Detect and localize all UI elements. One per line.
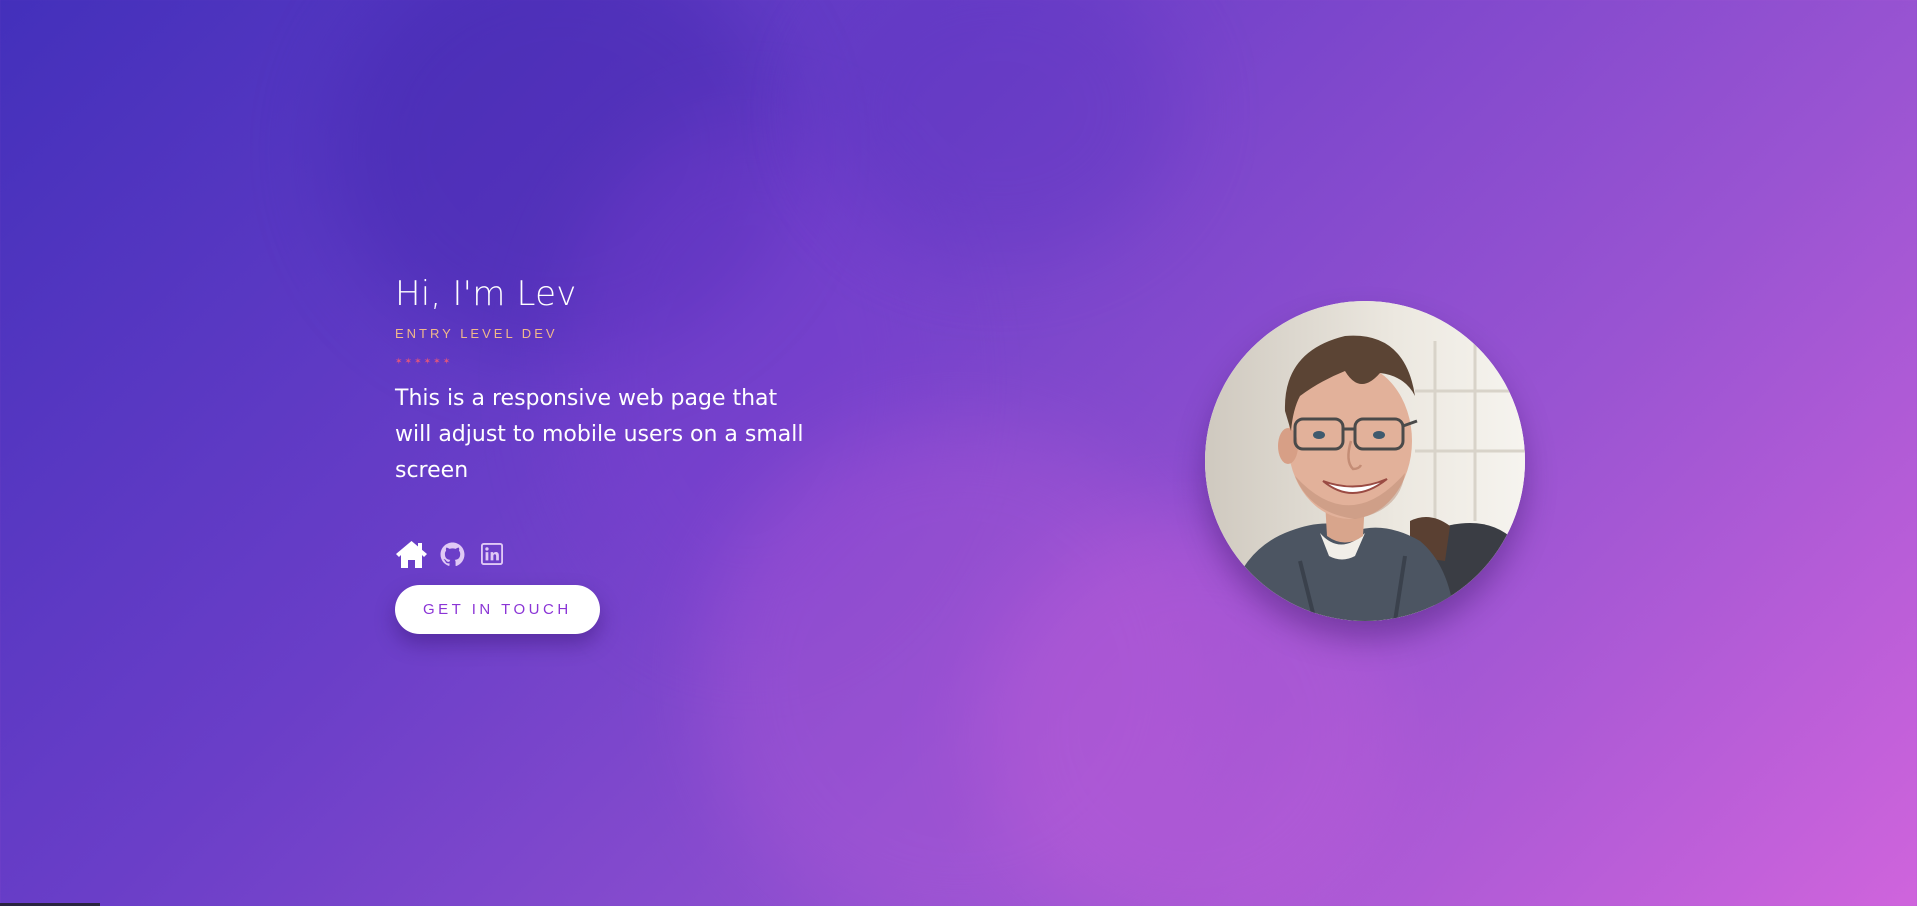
hero-section: Hi, I'm Lev ENTRY LEVEL DEV ✶✶✶✶✶✶ This … <box>395 272 835 634</box>
github-icon <box>440 542 465 566</box>
github-link[interactable] <box>440 542 465 567</box>
get-in-touch-button[interactable]: GET IN TOUCH <box>395 585 600 634</box>
hero-title: Hi, I'm Lev <box>395 274 577 314</box>
decorative-divider: ✶✶✶✶✶✶ <box>395 356 453 366</box>
social-links <box>395 539 835 569</box>
linkedin-icon <box>481 543 503 565</box>
profile-portrait-icon <box>1205 301 1525 621</box>
home-icon <box>396 540 427 568</box>
home-link[interactable] <box>395 540 428 569</box>
profile-photo <box>1205 301 1525 621</box>
background-smoke <box>0 0 1917 906</box>
hero-description: This is a responsive web page that will … <box>395 386 804 483</box>
linkedin-link[interactable] <box>481 543 503 565</box>
hero-subtitle: ENTRY LEVEL DEV <box>395 326 558 341</box>
